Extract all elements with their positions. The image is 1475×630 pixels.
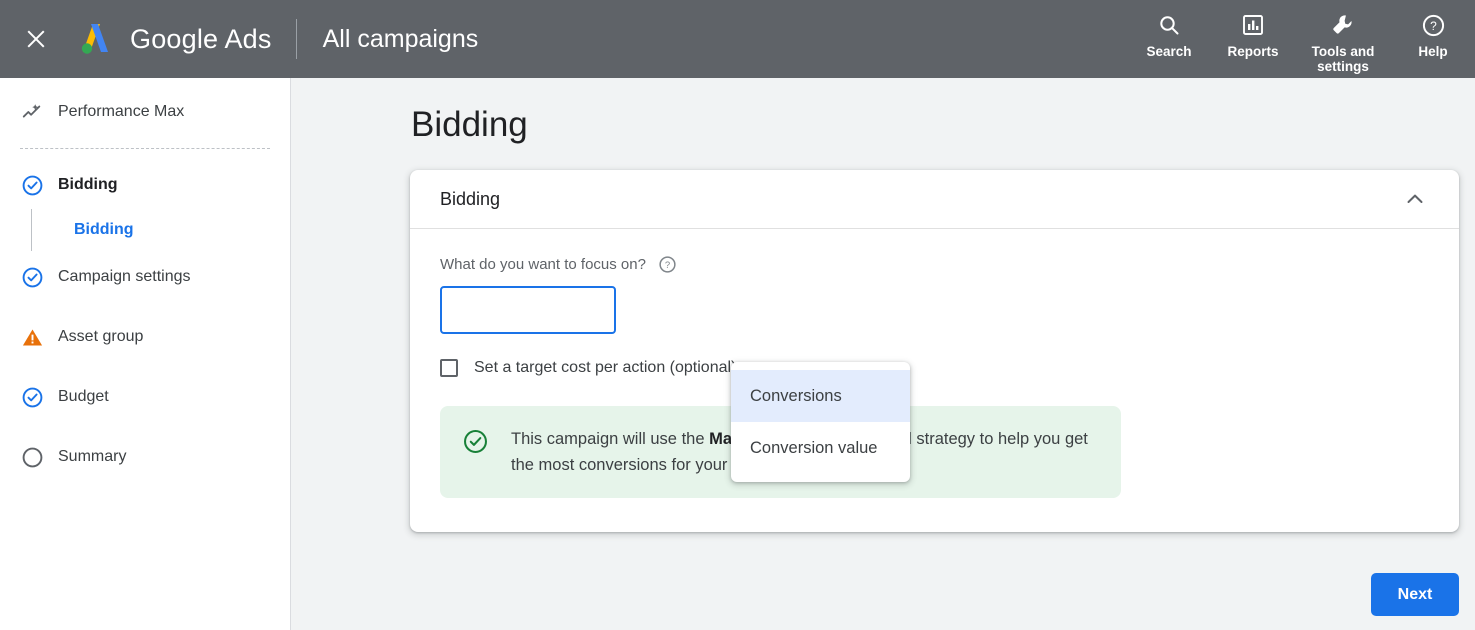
sidebar-item-budget[interactable]: Budget xyxy=(0,375,290,419)
search-icon xyxy=(1157,10,1181,40)
sidebar-item-asset-group[interactable]: Asset group xyxy=(0,315,290,359)
tools-and-settings-button[interactable]: Tools and settings xyxy=(1295,6,1391,74)
app-header: Google Ads All campaigns Search Reports … xyxy=(0,0,1475,78)
target-cpa-checkbox-label: Set a target cost per action (optional) xyxy=(474,359,737,376)
warning-triangle-icon xyxy=(20,325,44,349)
bidding-card: Bidding What do you want to focus on? ? xyxy=(410,170,1459,532)
svg-text:?: ? xyxy=(1430,19,1437,33)
sidebar-item-label: Asset group xyxy=(58,328,144,345)
reports-button[interactable]: Reports xyxy=(1211,6,1295,59)
help-button[interactable]: ? Help xyxy=(1391,6,1475,59)
sidebar-item-label: Budget xyxy=(58,388,109,405)
sidebar-subnav: Bidding xyxy=(0,209,290,251)
search-button[interactable]: Search xyxy=(1127,6,1211,59)
brand-name: Google Ads xyxy=(130,23,272,54)
wizard-sidebar: Performance Max Bidding Bidding Campaign… xyxy=(0,78,291,630)
bidding-card-body: What do you want to focus on? ? Set a ta… xyxy=(410,229,1459,532)
search-label: Search xyxy=(1146,44,1192,59)
target-cpa-checkbox[interactable] xyxy=(440,359,458,377)
sidebar-item-label: Summary xyxy=(58,448,127,465)
sidebar-item-performance-max[interactable]: Performance Max xyxy=(0,90,290,134)
target-cpa-checkbox-row: Set a target cost per action (optional) xyxy=(440,356,1429,380)
google-ads-campaign-wizard: Google Ads All campaigns Search Reports … xyxy=(0,0,1475,630)
sidebar-divider xyxy=(20,148,270,149)
dropdown-option-label: Conversions xyxy=(750,386,842,405)
bidding-card-header: Bidding xyxy=(410,170,1459,229)
check-circle-icon xyxy=(462,428,489,478)
sidebar-subitem-bidding[interactable]: Bidding xyxy=(48,213,290,247)
help-label: Help xyxy=(1418,44,1448,59)
check-circle-icon xyxy=(20,385,44,409)
sidebar-item-campaign-settings[interactable]: Campaign settings xyxy=(0,255,290,299)
focus-dropdown-menu: Conversions Conversion value xyxy=(731,362,910,482)
bar-chart-icon xyxy=(1241,10,1265,40)
header-actions: Search Reports Tools and settings ? Help xyxy=(1127,0,1475,78)
check-circle-icon xyxy=(20,173,44,197)
focus-select-field[interactable] xyxy=(440,286,616,334)
insights-trend-icon xyxy=(20,100,44,124)
page-context-label: All campaigns xyxy=(322,24,479,53)
sidebar-item-label: Campaign settings xyxy=(58,268,191,285)
focus-field-label: What do you want to focus on? xyxy=(440,256,646,273)
sidebar-subitem-label: Bidding xyxy=(74,221,134,238)
sidebar-item-label: Bidding xyxy=(58,176,118,193)
sidebar-item-summary[interactable]: Summary xyxy=(0,435,290,479)
content-area: Bidding Bidding What do you want to focu… xyxy=(291,78,1475,630)
help-circle-icon: ? xyxy=(1421,10,1446,40)
dropdown-option-conversions[interactable]: Conversions xyxy=(731,370,910,422)
tools-and-settings-label: Tools and settings xyxy=(1311,44,1375,74)
sidebar-item-bidding[interactable]: Bidding xyxy=(0,163,290,207)
google-ads-logo xyxy=(74,18,116,60)
reports-label: Reports xyxy=(1227,44,1279,59)
chevron-up-icon[interactable] xyxy=(1395,179,1435,219)
banner-text-before: This campaign will use the xyxy=(511,430,710,448)
close-icon[interactable] xyxy=(23,26,49,52)
header-divider xyxy=(295,19,297,59)
dropdown-option-label: Conversion value xyxy=(750,438,878,457)
dropdown-option-conversion-value[interactable]: Conversion value xyxy=(731,422,910,474)
sidebar-item-label: Performance Max xyxy=(58,103,185,120)
focus-field-label-row: What do you want to focus on? ? xyxy=(440,255,1429,274)
next-button[interactable]: Next xyxy=(1371,573,1459,616)
check-circle-icon xyxy=(20,265,44,289)
page-title: Bidding xyxy=(411,105,528,144)
help-circle-icon[interactable]: ? xyxy=(658,255,677,274)
empty-circle-icon xyxy=(20,445,44,469)
bidding-card-title: Bidding xyxy=(440,188,501,209)
wrench-icon xyxy=(1330,10,1356,40)
svg-text:?: ? xyxy=(665,260,670,271)
